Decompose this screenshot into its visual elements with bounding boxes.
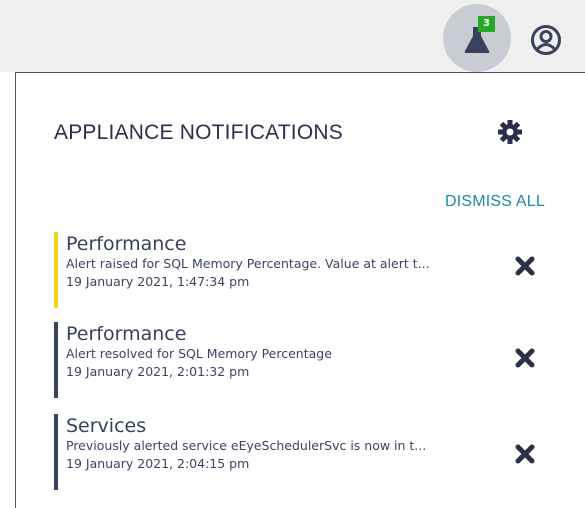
close-icon[interactable] (515, 256, 535, 276)
notification-item[interactable]: Services Previously alerted service eEye… (54, 414, 535, 490)
notification-category: Performance (66, 323, 187, 345)
notification-item[interactable]: Performance Alert raised for SQL Memory … (54, 232, 535, 308)
notification-timestamp: 19 January 2021, 2:01:32 pm (66, 364, 250, 379)
notifications-panel: APPLIANCE NOTIFICATIONS DISMISS ALL Perf… (15, 72, 585, 508)
notification-message: Previously alerted service eEyeScheduler… (66, 438, 427, 453)
notification-count-badge: 3 (478, 16, 495, 32)
close-icon[interactable] (515, 444, 535, 464)
notification-item[interactable]: Performance Alert resolved for SQL Memor… (54, 322, 535, 398)
close-icon[interactable] (515, 348, 535, 368)
notification-timestamp: 19 January 2021, 1:47:34 pm (66, 274, 250, 289)
user-circle-icon[interactable] (530, 24, 562, 56)
notification-message: Alert raised for SQL Memory Percentage. … (66, 256, 430, 271)
dismiss-all-button[interactable]: DISMISS ALL (445, 193, 545, 211)
notification-category: Performance (66, 233, 187, 255)
notification-message: Alert resolved for SQL Memory Percentage (66, 346, 332, 361)
top-bar: 3 (0, 0, 585, 72)
panel-title: APPLIANCE NOTIFICATIONS (54, 121, 343, 144)
notifications-button[interactable]: 3 (443, 4, 511, 72)
gear-icon[interactable] (497, 119, 523, 145)
notification-timestamp: 19 January 2021, 2:04:15 pm (66, 456, 250, 471)
notification-category: Services (66, 415, 147, 437)
